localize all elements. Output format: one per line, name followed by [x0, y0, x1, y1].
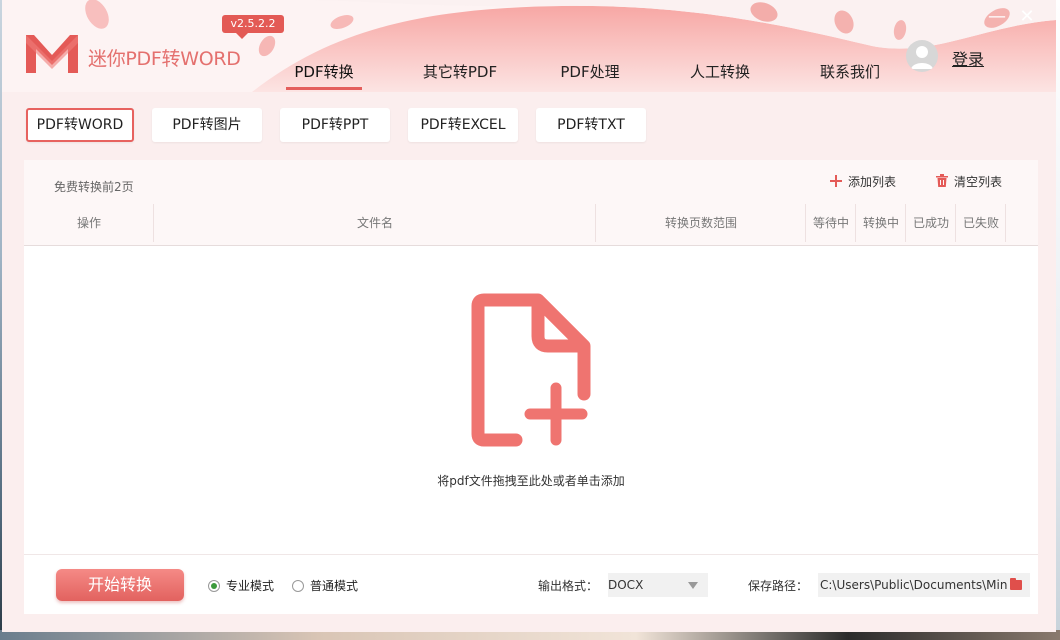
folder-icon[interactable]: [1010, 578, 1022, 590]
save-path-field[interactable]: C:\Users\Public\Documents\MiniPDF: [818, 573, 1030, 597]
plus-icon: [830, 173, 842, 193]
file-drop-zone[interactable]: 将pdf文件拖拽至此处或者单击添加: [24, 246, 1038, 554]
bottom-bar: 开始转换 专业模式 普通模式 输出格式： DOCX 保存路径： C:\Users…: [24, 554, 1038, 614]
m-logo: [26, 35, 78, 73]
app-title: 迷你PDF转WORD: [88, 48, 241, 70]
add-list-label: 添加列表: [848, 175, 897, 189]
output-format-select[interactable]: DOCX: [608, 573, 708, 597]
clear-list-button[interactable]: 清空列表: [936, 172, 1002, 192]
radio-indicator: [292, 580, 304, 592]
subtab-pdf-to-word[interactable]: PDF转WORD: [26, 108, 134, 142]
file-table-header: 操作 文件名 转换页数范围 等待中 转换中 已成功 已失败: [24, 200, 1038, 246]
column-header-waiting: 等待中: [806, 200, 856, 246]
file-list-panel: 免费转换前2页 添加列表 清空列表 操作 文件名 转换页数范围 等待中 转换中 …: [24, 160, 1038, 614]
column-header-page-range: 转换页数范围: [596, 200, 806, 246]
start-convert-button[interactable]: 开始转换: [56, 569, 184, 601]
minimize-button[interactable]: —: [986, 6, 1008, 28]
radio-indicator: [208, 580, 220, 592]
add-list-button[interactable]: 添加列表: [830, 172, 896, 192]
trash-icon: [936, 173, 948, 193]
output-format-value: DOCX: [608, 578, 644, 592]
header-banner: 迷你PDF转WORD v2.5.2.2 PDF转换 其它转PDF PDF处理 人…: [2, 0, 1056, 92]
login-link[interactable]: 登录: [952, 46, 984, 70]
chevron-down-icon: [688, 582, 698, 589]
output-format-label: 输出格式：: [538, 579, 599, 593]
clear-list-label: 清空列表: [954, 175, 1003, 189]
mode-label-professional: 专业模式: [226, 579, 275, 593]
tab-contact-us[interactable]: 联系我们: [812, 58, 888, 90]
column-header-converting: 转换中: [856, 200, 906, 246]
tab-manual-convert[interactable]: 人工转换: [682, 58, 758, 90]
save-path-label: 保存路径：: [748, 579, 809, 593]
column-header-filename: 文件名: [154, 200, 596, 246]
version-badge: v2.5.2.2: [222, 15, 284, 39]
tab-pdf-process[interactable]: PDF处理: [552, 58, 628, 90]
free-conversion-note: 免费转换前2页: [54, 180, 134, 194]
close-button[interactable]: ✕: [1016, 6, 1038, 28]
mode-label-normal: 普通模式: [310, 579, 359, 593]
subtab-pdf-to-excel[interactable]: PDF转EXCEL: [408, 108, 518, 142]
tab-other-to-pdf[interactable]: 其它转PDF: [414, 58, 506, 90]
subtab-pdf-to-ppt[interactable]: PDF转PPT: [280, 108, 390, 142]
subtab-pdf-to-txt[interactable]: PDF转TXT: [536, 108, 646, 142]
column-header-action: 操作: [24, 200, 154, 246]
column-header-succeeded: 已成功: [906, 200, 956, 246]
app-window: 迷你PDF转WORD v2.5.2.2 PDF转换 其它转PDF PDF处理 人…: [2, 0, 1056, 632]
user-avatar-icon[interactable]: [906, 40, 938, 72]
tab-pdf-convert[interactable]: PDF转换: [286, 58, 362, 90]
mode-radio-normal[interactable]: 普通模式: [292, 579, 358, 593]
drop-zone-hint: 将pdf文件拖拽至此处或者单击添加: [437, 474, 625, 488]
mode-radio-professional[interactable]: 专业模式: [208, 579, 274, 593]
list-toolbar: 免费转换前2页 添加列表 清空列表: [24, 160, 1038, 200]
save-path-value: C:\Users\Public\Documents\MiniPDF: [820, 578, 1008, 592]
file-add-icon: [471, 293, 591, 447]
subtab-pdf-to-image[interactable]: PDF转图片: [152, 108, 262, 142]
column-header-failed: 已失败: [956, 200, 1006, 246]
